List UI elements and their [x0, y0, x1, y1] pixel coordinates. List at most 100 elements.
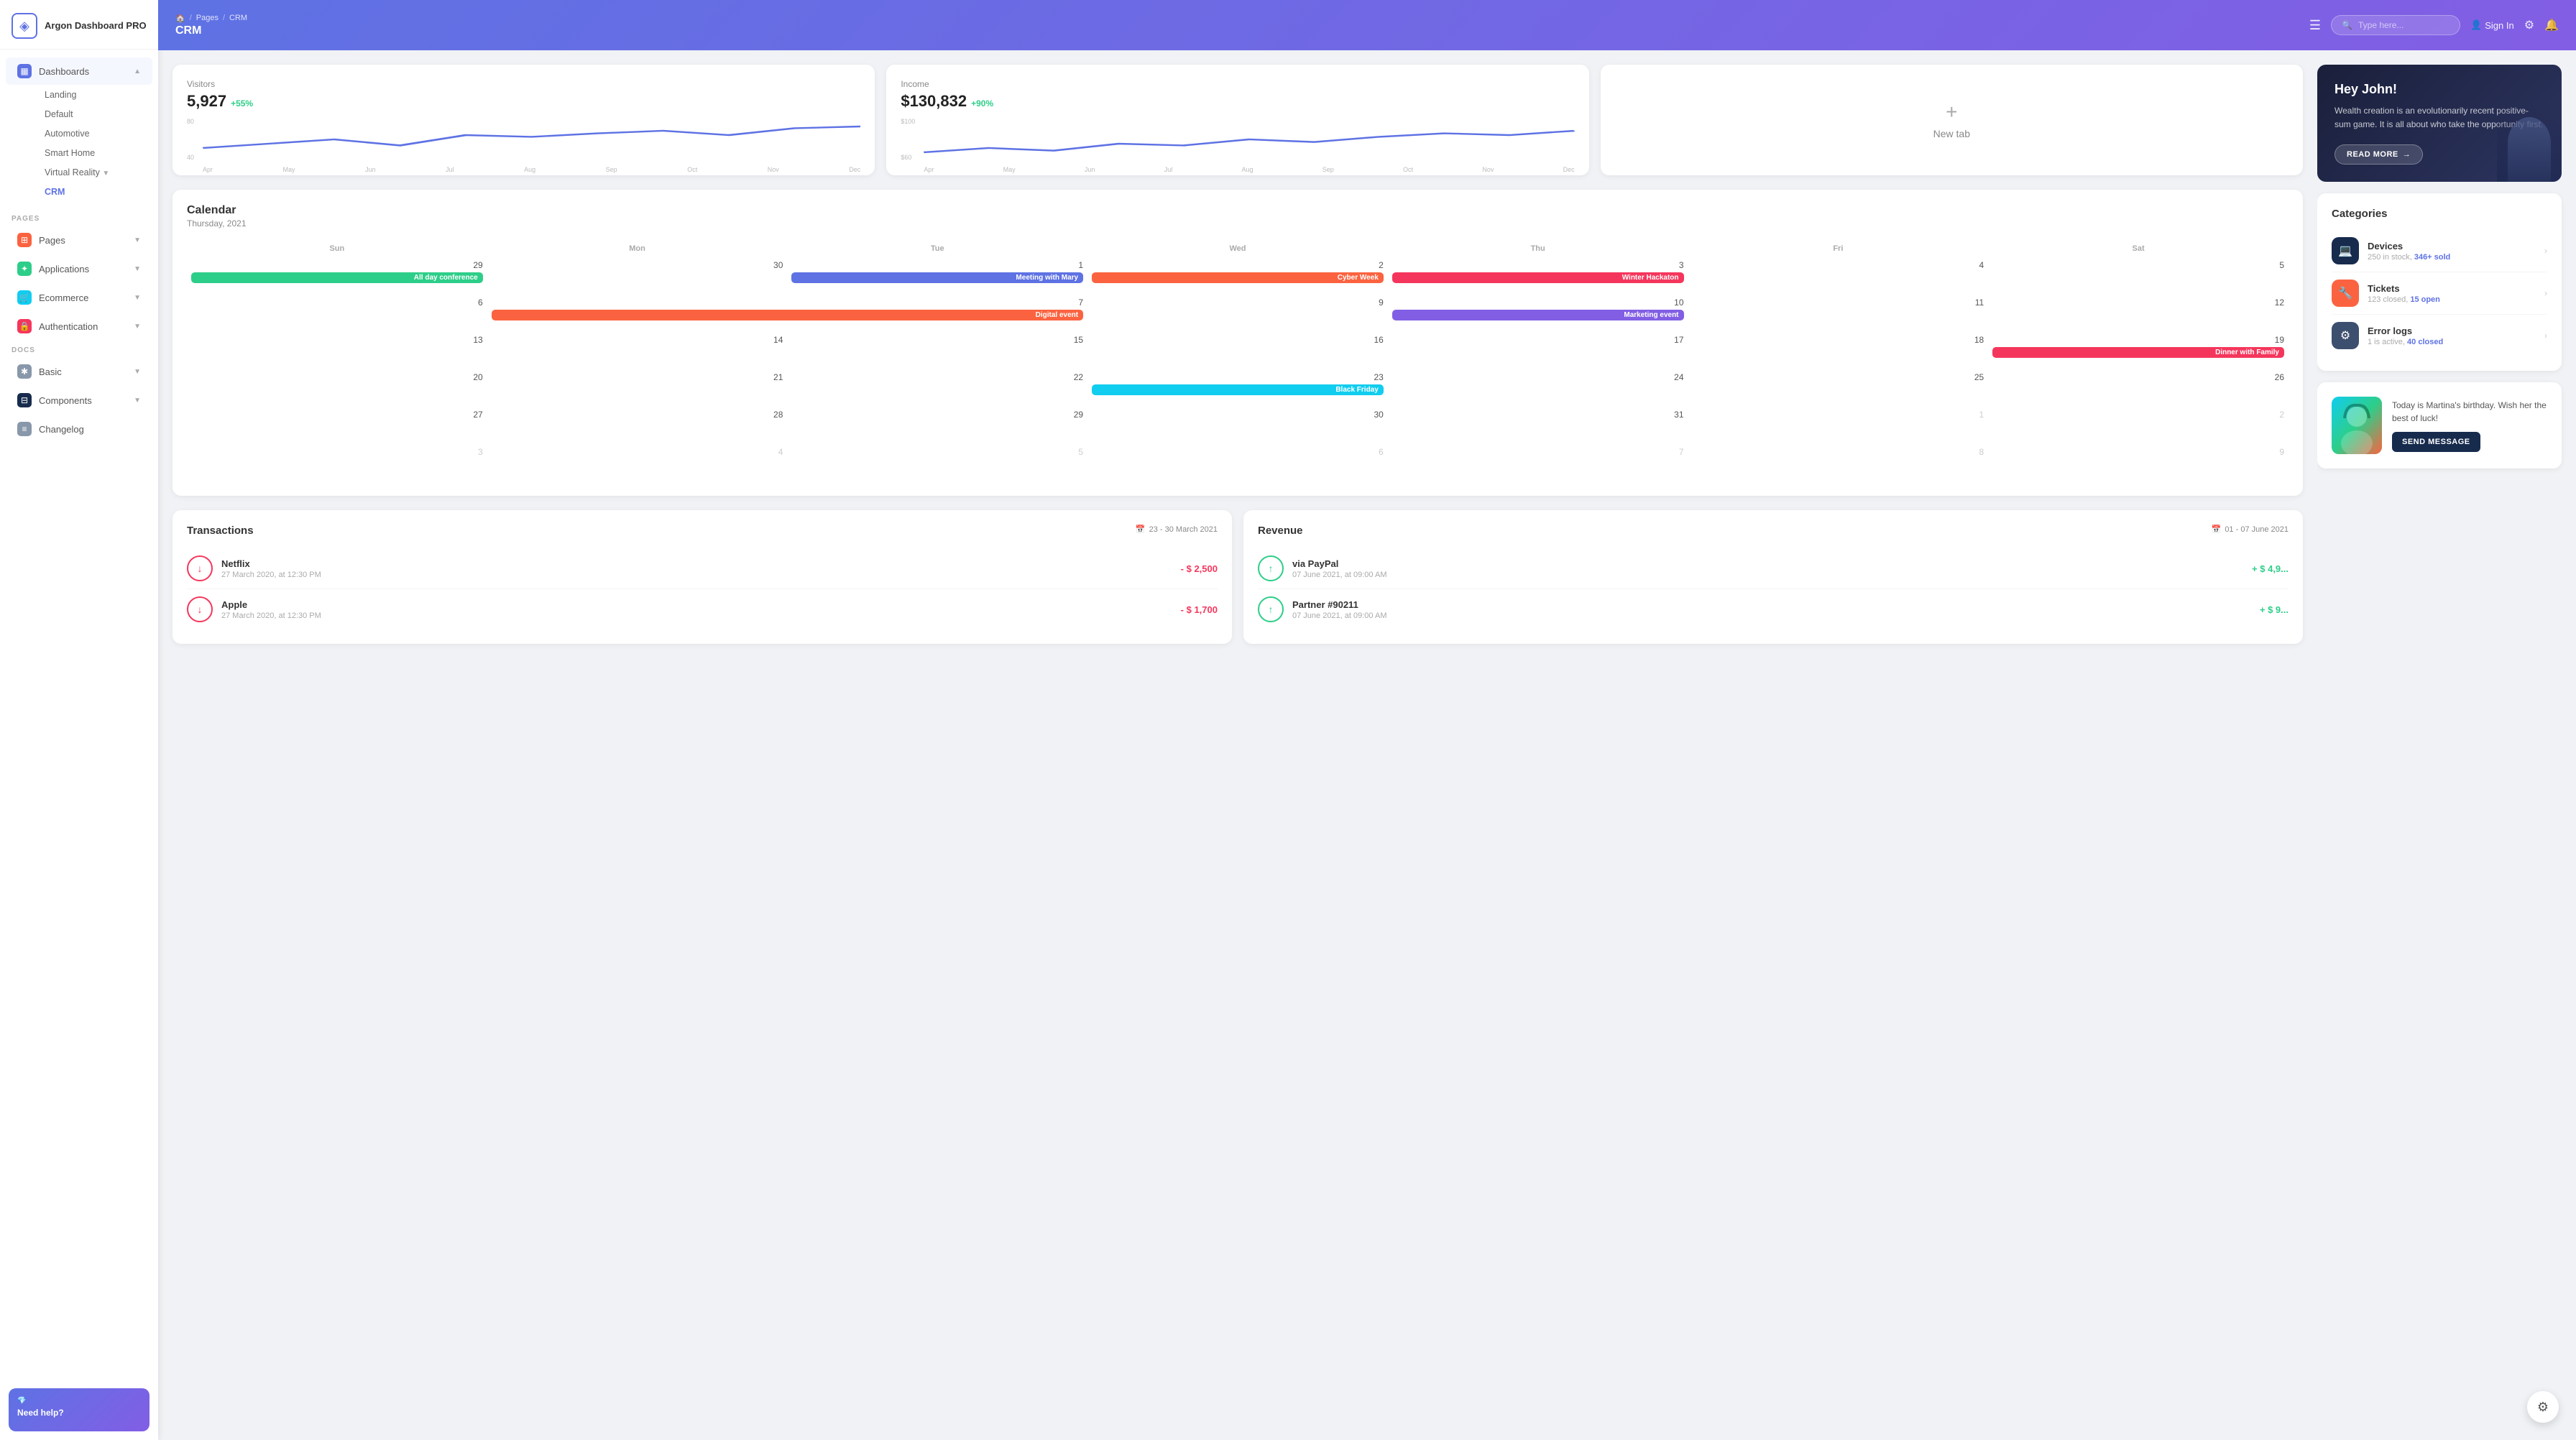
devices-arrow: ›	[2544, 246, 2547, 256]
sidebar-sub-vr[interactable]: Virtual Reality ▼	[33, 163, 152, 182]
notifications-icon[interactable]: 🔔	[2544, 18, 2559, 32]
calendar-week-3: 20 21 22 23 Black Friday 24 25 26	[187, 369, 2288, 407]
cal-cell-28: 28	[487, 407, 788, 444]
sidebar-sub-crm[interactable]: CRM	[33, 183, 152, 201]
breadcrumb-crm[interactable]: CRM	[229, 14, 247, 22]
revenue-paypal: ↑ via PayPal 07 June 2021, at 09:00 AM +…	[1258, 548, 2288, 589]
sidebar-logo: ◈ Argon Dashboard PRO	[0, 0, 158, 50]
cal-cell-19: 19 Dinner with Family	[1988, 332, 2288, 369]
main-wrapper: 🏠 / Pages / CRM CRM ☰ 🔍 👤 Sign In ⚙ 🔔	[158, 0, 2576, 1440]
income-label: Income	[901, 79, 1574, 89]
content-area: Visitors 5,927 +55% 80 40	[158, 50, 2576, 1440]
cal-cell-29b: 29	[787, 407, 1087, 444]
event-meeting-mary[interactable]: Meeting with Mary	[791, 272, 1083, 283]
event-black-friday[interactable]: Black Friday	[1092, 384, 1384, 395]
read-more-button[interactable]: READ MORE →	[2334, 144, 2423, 165]
transactions-date: 📅 23 - 30 March 2021	[1136, 525, 1218, 534]
calendar-week-1: 6 7 Digital event 9 10 Marketing event 1…	[187, 295, 2288, 332]
sidebar-sub-automotive[interactable]: Automotive	[33, 124, 152, 143]
breadcrumb-home-icon: 🏠	[175, 14, 185, 23]
cal-cell-12: 12	[1988, 295, 2288, 332]
category-tickets[interactable]: 🔧 Tickets 123 closed, 15 open ›	[2332, 272, 2547, 315]
cal-cell-4: 4	[1688, 257, 1989, 295]
tx-date-paypal: 07 June 2021, at 09:00 AM	[1292, 571, 2243, 579]
sidebar-item-authentication[interactable]: 🔒 Authentication ▼	[6, 313, 152, 340]
vr-chevron: ▼	[102, 170, 109, 177]
cal-cell-2-om: 2	[1988, 407, 2288, 444]
sidebar-item-components[interactable]: ⊟ Components ▼	[6, 387, 152, 414]
event-all-day-conference[interactable]: All day conference	[191, 272, 483, 283]
event-cyber-week[interactable]: Cyber Week	[1092, 272, 1384, 283]
settings-fab[interactable]: ⚙	[2527, 1391, 2559, 1423]
category-devices[interactable]: 💻 Devices 250 in stock, 346+ sold ›	[2332, 230, 2547, 272]
sidebar-item-ecommerce[interactable]: 🛒 Ecommerce ▼	[6, 284, 152, 311]
event-marketing-event[interactable]: Marketing event	[1392, 310, 1684, 320]
stat-card-new-tab[interactable]: + New tab	[1601, 65, 2303, 175]
cal-cell-24: 24	[1388, 369, 1688, 407]
hamburger-icon[interactable]: ☰	[2309, 18, 2321, 33]
sidebar-item-applications[interactable]: ✦ Applications ▼	[6, 255, 152, 282]
sidebar-sub-landing[interactable]: Landing	[33, 86, 152, 104]
cal-cell-20: 20	[187, 369, 487, 407]
sidebar-item-basic[interactable]: ✱ Basic ▼	[6, 358, 152, 385]
revenue-date: 📅 01 - 07 June 2021	[2212, 525, 2288, 534]
stat-card-income: Income $130,832 +90% $100 $60	[886, 65, 1588, 175]
cal-cell-30b: 30	[1087, 407, 1388, 444]
cal-cell-21: 21	[487, 369, 788, 407]
calendar-grid: Sun Mon Tue Wed Thu Fri Sat	[187, 240, 2288, 481]
search-input[interactable]	[2358, 20, 2450, 30]
sidebar-app-title: Argon Dashboard PRO	[45, 20, 147, 32]
cal-cell-16: 16	[1087, 332, 1388, 369]
breadcrumb-pages[interactable]: Pages	[196, 14, 218, 22]
components-icon: ⊟	[17, 393, 32, 407]
changelog-icon: ≡	[17, 422, 32, 436]
cal-cell-5-om: 5	[787, 444, 1087, 481]
category-errorlogs[interactable]: ⚙ Error logs 1 is active, 40 closed ›	[2332, 315, 2547, 356]
sidebar-item-changelog[interactable]: ≡ Changelog	[6, 415, 152, 443]
send-message-button[interactable]: SEND MESSAGE	[2392, 432, 2480, 452]
search-icon: 🔍	[2342, 20, 2352, 30]
sidebar-item-dashboards[interactable]: ▦ Dashboards ▲	[6, 57, 152, 85]
transaction-netflix: ↓ Netflix 27 March 2020, at 12:30 PM - $…	[187, 548, 1218, 589]
hero-card: Hey John! Wealth creation is an evolutio…	[2317, 65, 2562, 182]
sidebar-sub-default[interactable]: Default	[33, 105, 152, 124]
plus-icon: +	[1946, 101, 1957, 124]
sidebar-sub-smarthome[interactable]: Smart Home	[33, 144, 152, 162]
cal-cell-3: 3 Winter Hackaton	[1388, 257, 1688, 295]
auth-icon: 🔒	[17, 319, 32, 333]
settings-icon[interactable]: ⚙	[2524, 18, 2534, 32]
revenue-partner: ↑ Partner #90211 07 June 2021, at 09:00 …	[1258, 589, 2288, 629]
tx-icon-netflix: ↓	[187, 555, 213, 581]
event-winter-hackaton[interactable]: Winter Hackaton	[1392, 272, 1684, 283]
tickets-sub: 123 closed, 15 open	[2368, 295, 2536, 304]
authentication-label: Authentication	[39, 321, 98, 332]
tx-amount-partner: + $ 9...	[2260, 604, 2288, 615]
user-icon: 👤	[2470, 19, 2482, 31]
calendar-card: Calendar Thursday, 2021 Sun Mon Tue Wed …	[172, 190, 2303, 496]
income-value: $130,832	[901, 92, 967, 111]
tx-icon-paypal: ↑	[1258, 555, 1284, 581]
search-box[interactable]: 🔍	[2331, 15, 2460, 35]
event-digital-event[interactable]: Digital event	[492, 310, 1083, 320]
cal-cell-13: 13	[187, 332, 487, 369]
cal-cell-14: 14	[487, 332, 788, 369]
applications-icon: ✦	[17, 262, 32, 276]
sidebar-item-pages[interactable]: ⊞ Pages ▼	[6, 226, 152, 254]
calendar-subtitle: Thursday, 2021	[187, 218, 2288, 229]
cal-cell-7-om: 7	[1388, 444, 1688, 481]
calendar-icon-rev: 📅	[2212, 525, 2222, 534]
hero-person-silhouette	[2497, 103, 2562, 182]
tx-date-partner: 07 June 2021, at 09:00 AM	[1292, 611, 2251, 620]
event-dinner-family[interactable]: Dinner with Family	[1992, 347, 2284, 358]
pages-chevron: ▼	[134, 236, 141, 244]
cal-cell-1: 1 Meeting with Mary	[787, 257, 1087, 295]
hero-greeting: Hey John!	[2334, 82, 2544, 97]
basic-icon: ✱	[17, 364, 32, 379]
tx-amount-apple: - $ 1,700	[1181, 604, 1218, 615]
sign-in-button[interactable]: 👤 Sign In	[2470, 19, 2514, 31]
transactions-title: Transactions	[187, 525, 254, 537]
tx-name-netflix: Netflix	[221, 558, 1172, 569]
applications-chevron: ▼	[134, 265, 141, 273]
cal-cell-25: 25	[1688, 369, 1989, 407]
need-help-box[interactable]: 💎 Need help?	[9, 1388, 150, 1431]
